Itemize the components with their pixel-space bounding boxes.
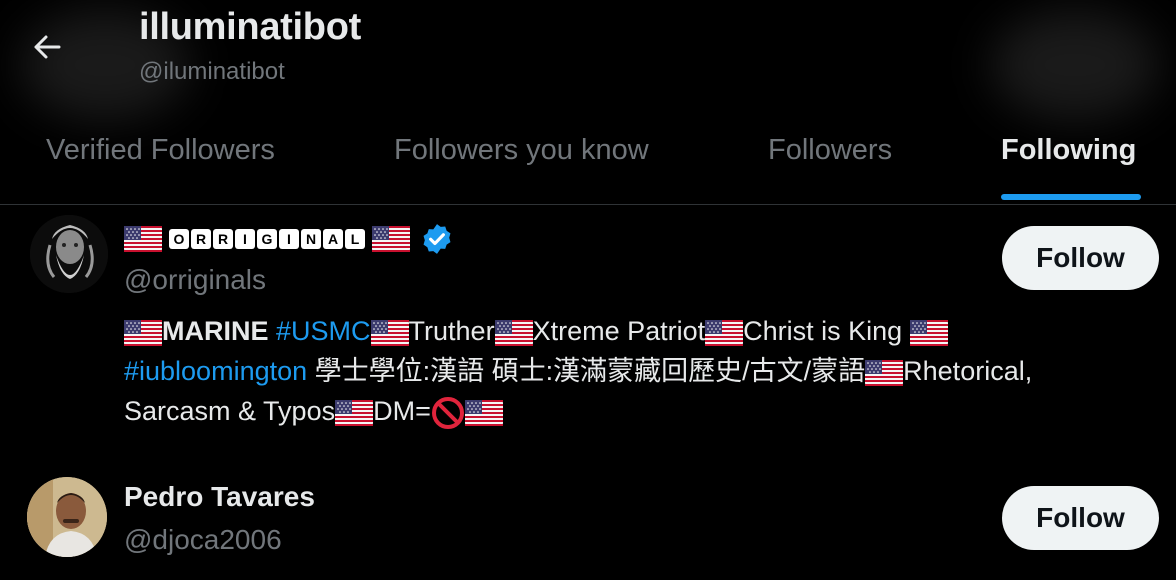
name-letter: I bbox=[235, 229, 255, 249]
name-letter: I bbox=[279, 229, 299, 249]
profile-header: illuminatibot @iluminatibot Verified Fol… bbox=[0, 0, 1176, 205]
us-flag-icon bbox=[705, 320, 743, 346]
name-letter: N bbox=[301, 229, 321, 249]
tab-followers-you-know[interactable]: Followers you know bbox=[394, 134, 649, 167]
avatar-bearded-man-icon bbox=[30, 215, 108, 293]
bio-text: Rhetorical, bbox=[903, 356, 1033, 386]
tab-followers[interactable]: Followers bbox=[768, 134, 892, 167]
avatar[interactable] bbox=[27, 477, 107, 557]
back-button[interactable] bbox=[22, 22, 72, 72]
page-handle: @iluminatibot bbox=[139, 58, 285, 85]
blurred-banner-right bbox=[990, 10, 1160, 120]
avatar-man-photo-icon bbox=[27, 477, 107, 557]
bio-text: Truther bbox=[408, 316, 495, 346]
page-title: illuminatibot bbox=[139, 6, 361, 48]
verified-badge-icon bbox=[423, 224, 451, 254]
following-page: illuminatibot @iluminatibot Verified Fol… bbox=[0, 0, 1176, 580]
follow-button[interactable]: Follow bbox=[1002, 486, 1159, 550]
name-letter: A bbox=[323, 229, 343, 249]
user-handle[interactable]: @orriginals bbox=[124, 264, 266, 296]
name-letter: R bbox=[191, 229, 211, 249]
bio-text: Sarcasm & Typos bbox=[124, 396, 336, 426]
name-letter: O bbox=[169, 229, 189, 249]
tab-verified-followers[interactable]: Verified Followers bbox=[46, 134, 275, 167]
us-flag-icon bbox=[865, 360, 903, 386]
bio-text: Xtreme Patriot bbox=[532, 316, 706, 346]
us-flag-icon bbox=[465, 400, 503, 426]
bio-text: 學士學位:漢語 碩士:漢滿蒙藏回歷史/古文/蒙語 bbox=[307, 356, 866, 386]
active-tab-indicator bbox=[1001, 194, 1141, 200]
follow-button[interactable]: Follow bbox=[1002, 226, 1159, 290]
name-letter: L bbox=[345, 229, 365, 249]
name-letter: G bbox=[257, 229, 277, 249]
us-flag-icon bbox=[335, 400, 373, 426]
us-flag-icon bbox=[124, 226, 162, 252]
bio-text: Christ is King bbox=[743, 316, 903, 346]
bio-text: MARINE bbox=[162, 316, 269, 346]
us-flag-icon bbox=[372, 226, 410, 252]
boxed-letters-name: O R R I G I N A L bbox=[168, 229, 366, 249]
us-flag-icon bbox=[371, 320, 409, 346]
tab-following[interactable]: Following bbox=[1001, 134, 1136, 167]
display-name[interactable]: Pedro Tavares bbox=[124, 481, 315, 513]
us-flag-icon bbox=[495, 320, 533, 346]
us-flag-icon bbox=[124, 320, 162, 346]
us-flag-icon bbox=[910, 320, 948, 346]
avatar[interactable] bbox=[30, 215, 108, 293]
user-bio: MARINE #USMC Truther Xtreme Patriot Christ … bbox=[124, 311, 1124, 431]
display-name[interactable]: O R R I G I N A L bbox=[124, 222, 454, 256]
bio-text: DM= bbox=[373, 396, 431, 426]
arrow-left-icon bbox=[34, 35, 61, 59]
hashtag-link[interactable]: #iubloomington bbox=[124, 356, 307, 386]
hashtag-link[interactable]: #USMC bbox=[276, 316, 371, 346]
user-handle[interactable]: @djoca2006 bbox=[124, 524, 282, 556]
name-letter: R bbox=[213, 229, 233, 249]
prohibited-icon bbox=[431, 396, 464, 429]
user-name: Pedro Tavares bbox=[124, 481, 315, 512]
